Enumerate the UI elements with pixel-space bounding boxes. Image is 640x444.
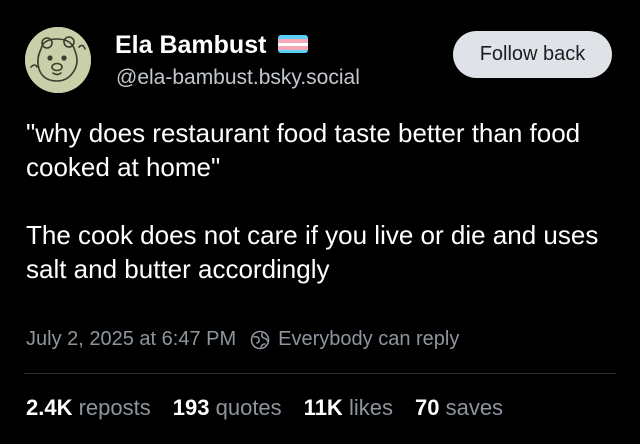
avatar-bear-drawing <box>25 27 91 93</box>
reply-setting[interactable]: Everybody can reply <box>278 328 459 351</box>
saves-stat[interactable]: 70 saves <box>415 395 503 421</box>
post-meta: July 2, 2025 at 6:47 PM Everybody can re… <box>26 328 459 351</box>
likes-stat[interactable]: 11K likes <box>304 395 393 421</box>
quotes-stat[interactable]: 193 quotes <box>173 395 282 421</box>
trans-flag-icon <box>278 35 309 54</box>
author-display-name-row: Ela Bambust <box>115 30 309 60</box>
saves-count: 70 <box>414 395 440 420</box>
reposts-stat[interactable]: 2.4K reposts <box>26 395 151 421</box>
post-paragraph: "why does restaurant food taste better t… <box>26 118 581 182</box>
reposts-count: 2.4K <box>26 395 73 420</box>
flag-stripe <box>278 49 309 54</box>
avatar[interactable] <box>25 27 91 93</box>
post-body: "why does restaurant food taste better t… <box>26 116 626 286</box>
follow-back-button[interactable]: Follow back <box>453 31 612 78</box>
likes-label: likes <box>348 395 393 420</box>
post-timestamp[interactable]: July 2, 2025 at 6:47 PM <box>26 328 236 351</box>
reposts-label: reposts <box>78 395 151 420</box>
saves-label: saves <box>445 395 504 420</box>
likes-count: 11K <box>303 395 343 420</box>
quotes-label: quotes <box>215 395 282 420</box>
divider <box>24 373 616 374</box>
author-handle[interactable]: @ela-bambust.bsky.social <box>116 64 360 92</box>
post-stats: 2.4K reposts 193 quotes 11K likes 70 sav… <box>26 395 503 421</box>
author-display-name[interactable]: Ela Bambust <box>115 31 266 59</box>
quotes-count: 193 <box>172 395 210 420</box>
post-paragraph: The cook does not care if you live or di… <box>26 220 599 284</box>
globe-icon <box>250 330 270 350</box>
